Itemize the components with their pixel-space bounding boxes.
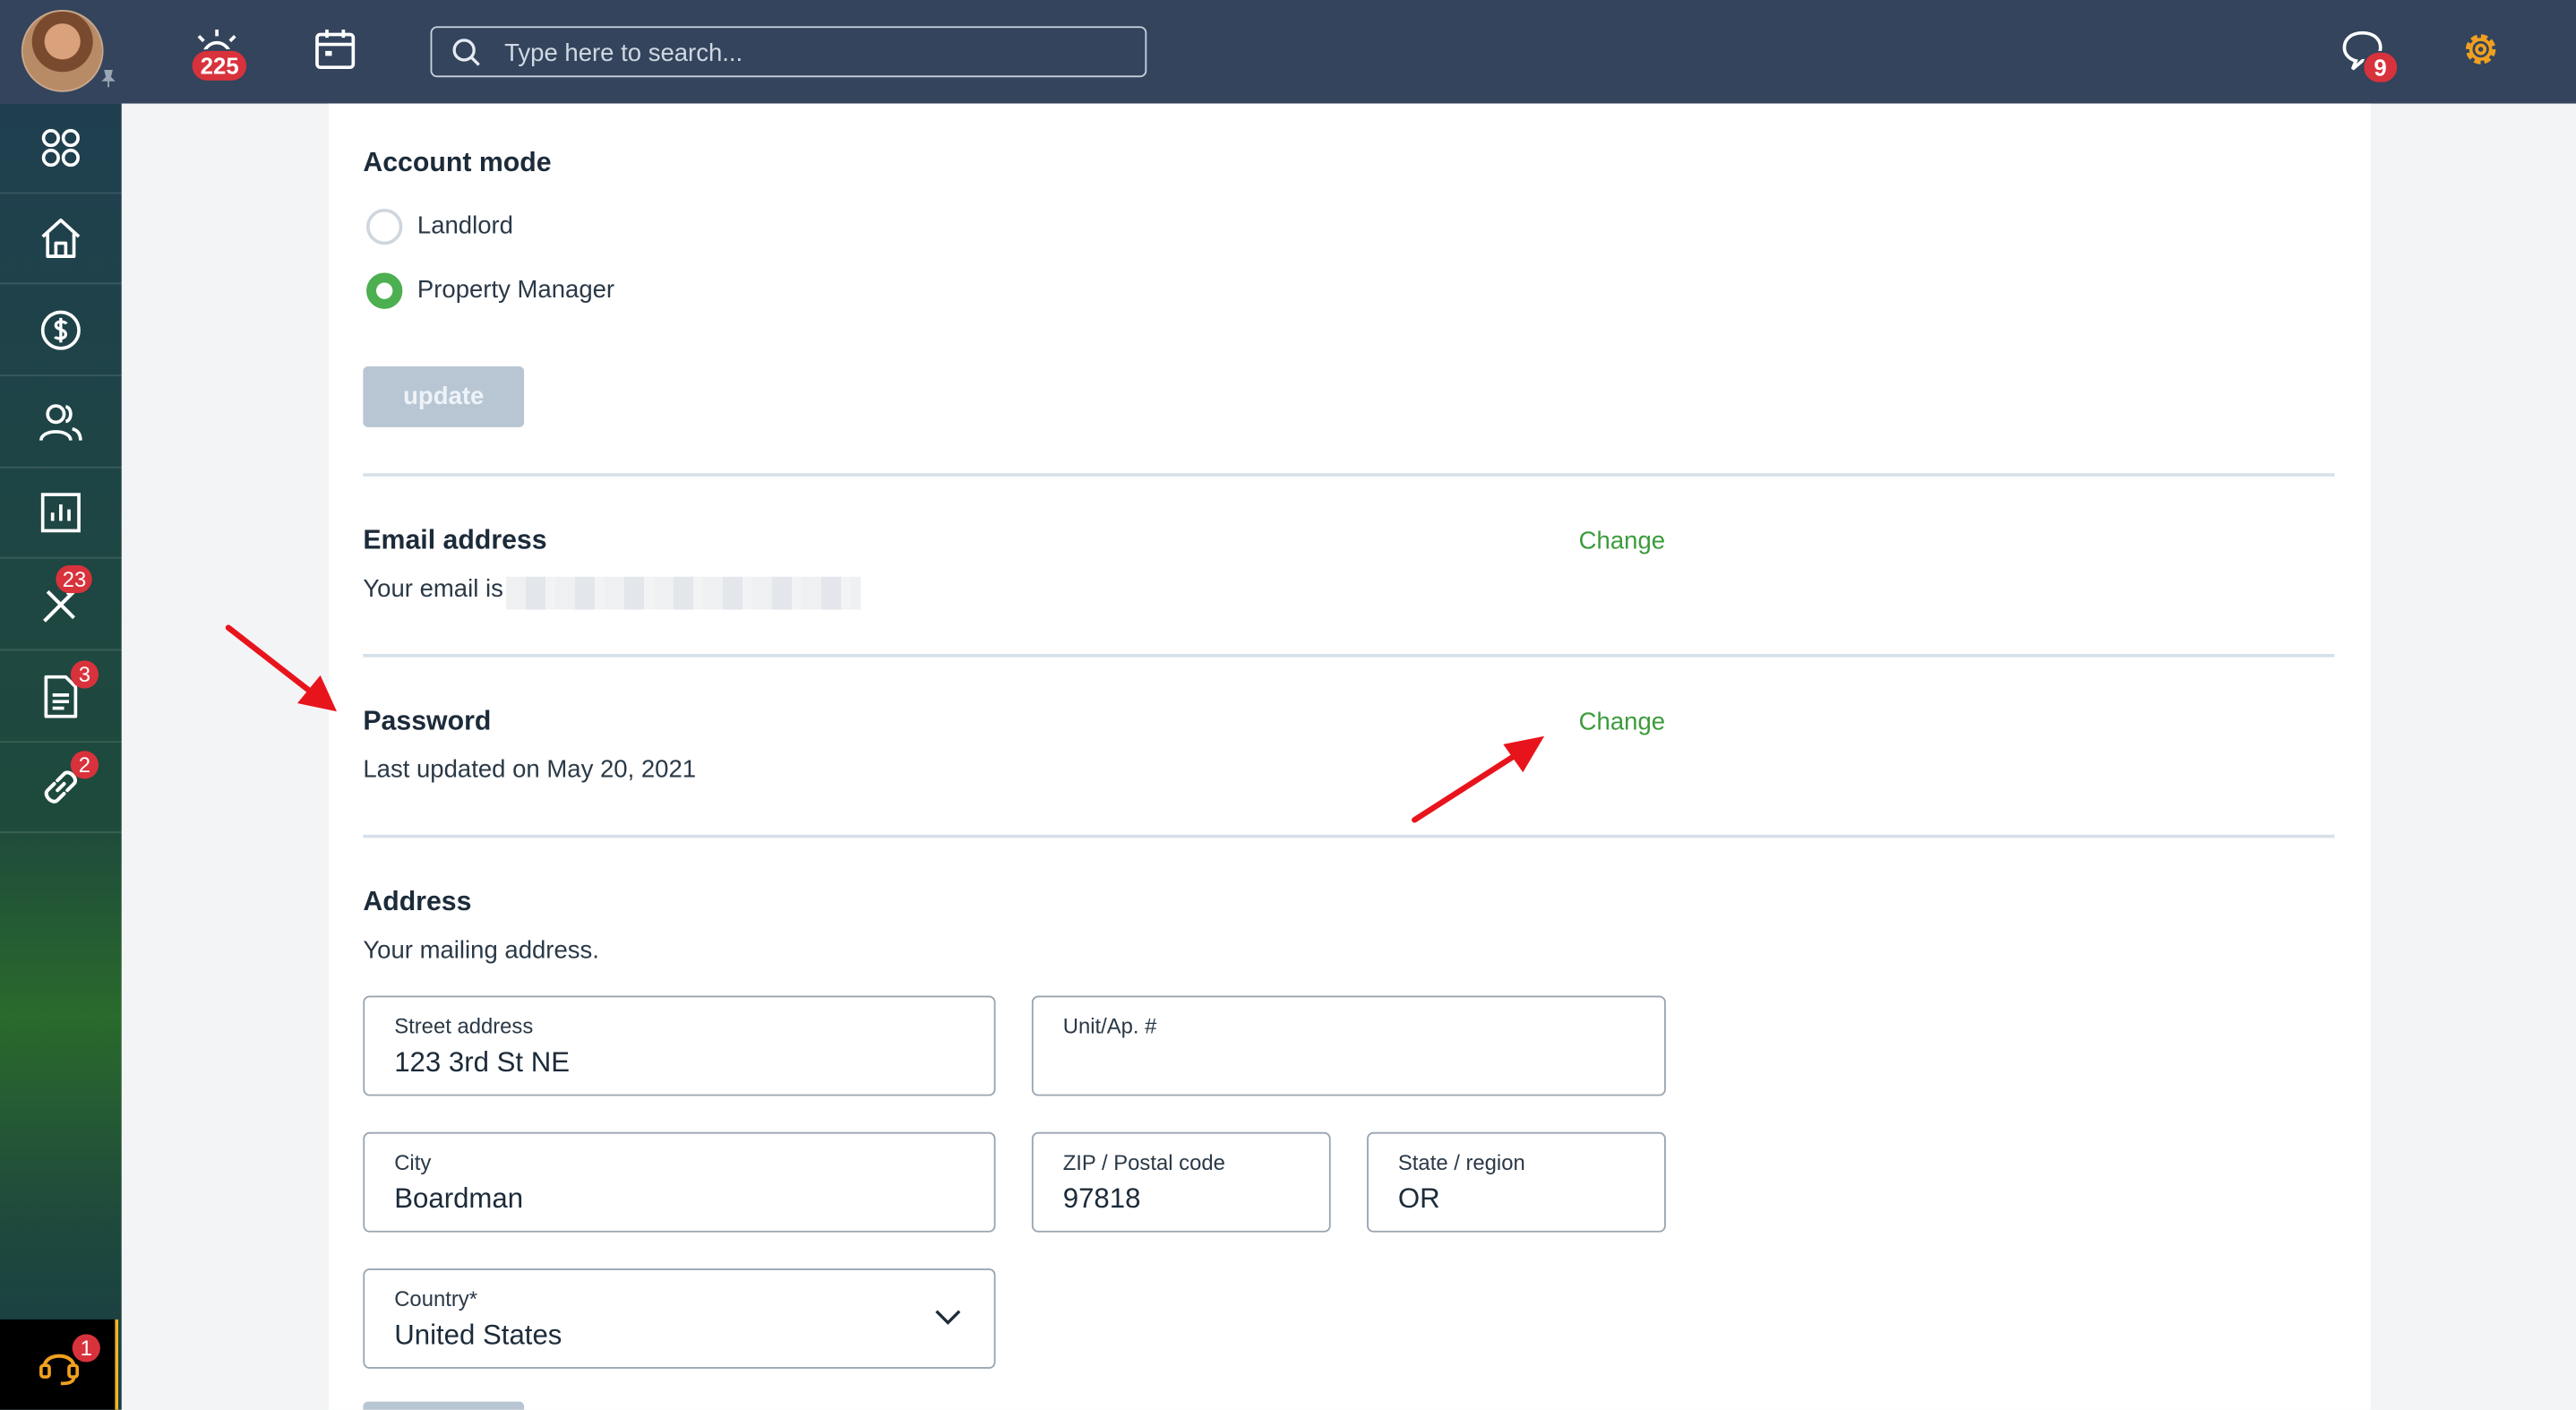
divider [363,654,2335,658]
sidebar: 23 3 2 [0,103,122,1410]
state-label: State / region [1397,1149,1525,1175]
street-address-label: Street address [394,1013,534,1039]
support-button[interactable]: 1 [0,1319,119,1410]
maintenance-count-badge: 23 [56,564,93,594]
search-icon [452,39,480,66]
gear-icon [2465,34,2496,64]
calendar-button[interactable] [312,26,357,81]
sidebar-item-finance[interactable] [0,286,122,377]
annotation-arrow-icon [225,624,338,712]
password-last-updated: Last updated on May 20, 2021 [363,755,697,784]
address-description: Your mailing address. [363,936,599,965]
annotation-arrow-icon [1412,735,1545,823]
apps-grid-icon [41,128,80,168]
top-bar: 225 9 [0,0,2576,104]
city-label: City [394,1149,432,1175]
street-address-value[interactable]: 123 3rd St NE [394,1046,570,1079]
zip-label: ZIP / Postal code [1062,1149,1225,1175]
account-mode-title: Account mode [363,148,552,178]
email-title: Email address [363,525,547,555]
user-avatar[interactable] [21,10,104,92]
street-address-field[interactable]: Street address 123 3rd St NE [363,995,996,1096]
password-change-link[interactable]: Change [1579,709,1665,736]
country-value[interactable]: United States [394,1320,562,1353]
messages-button[interactable]: 9 [2340,28,2399,84]
sidebar-item-people[interactable] [0,378,122,469]
state-value[interactable]: OR [1398,1183,1440,1217]
people-icon [39,404,82,442]
country-label: Country* [394,1286,477,1311]
sidebar-item-integrations[interactable]: 2 [0,743,122,833]
email-description: Your email is [363,574,503,604]
password-title: Password [363,706,492,736]
calendar-icon [315,30,356,70]
documents-count-badge: 3 [70,660,99,689]
home-icon [41,218,81,258]
dollar-icon [40,310,81,350]
zip-field[interactable]: ZIP / Postal code 97818 [1031,1131,1331,1233]
settings-button[interactable] [2460,28,2503,79]
zip-value[interactable]: 97818 [1063,1183,1141,1217]
sidebar-item-documents[interactable]: 3 [0,652,122,744]
search-box[interactable] [430,26,1147,78]
search-input[interactable] [504,34,1129,71]
alerts-count-badge: 225 [190,49,249,82]
email-change-link[interactable]: Change [1579,528,1665,555]
pin-icon [101,69,116,88]
divider [363,473,2335,477]
divider [363,834,2335,838]
landlord-radio[interactable] [366,208,403,245]
integrations-count-badge: 2 [70,751,99,779]
unit-field[interactable]: Unit/Ap. # [1031,995,1666,1096]
landlord-label[interactable]: Landlord [417,212,513,240]
support-count-badge: 1 [72,1334,100,1363]
sidebar-item-maintenance[interactable]: 23 [0,560,122,651]
country-select[interactable]: Country* United States [363,1268,996,1369]
city-field[interactable]: City Boardman [363,1131,996,1233]
state-field[interactable]: State / region OR [1367,1131,1666,1233]
sidebar-item-home[interactable] [0,193,122,285]
sidebar-item-apps[interactable] [0,104,122,194]
sidebar-item-reports[interactable] [0,469,122,559]
update-button[interactable]: update [363,366,525,427]
unit-label: Unit/Ap. # [1062,1013,1157,1039]
city-value[interactable]: Boardman [394,1183,523,1217]
property-manager-radio[interactable] [366,272,403,309]
chevron-down-icon [935,1310,961,1325]
property-manager-label[interactable]: Property Manager [417,276,614,304]
messages-count-badge: 9 [2362,50,2399,84]
save-address-button[interactable] [363,1401,525,1410]
address-title: Address [363,887,472,917]
reports-chart-icon [40,493,81,533]
redacted-email [505,576,862,610]
alerts-button[interactable]: 225 [190,26,249,82]
